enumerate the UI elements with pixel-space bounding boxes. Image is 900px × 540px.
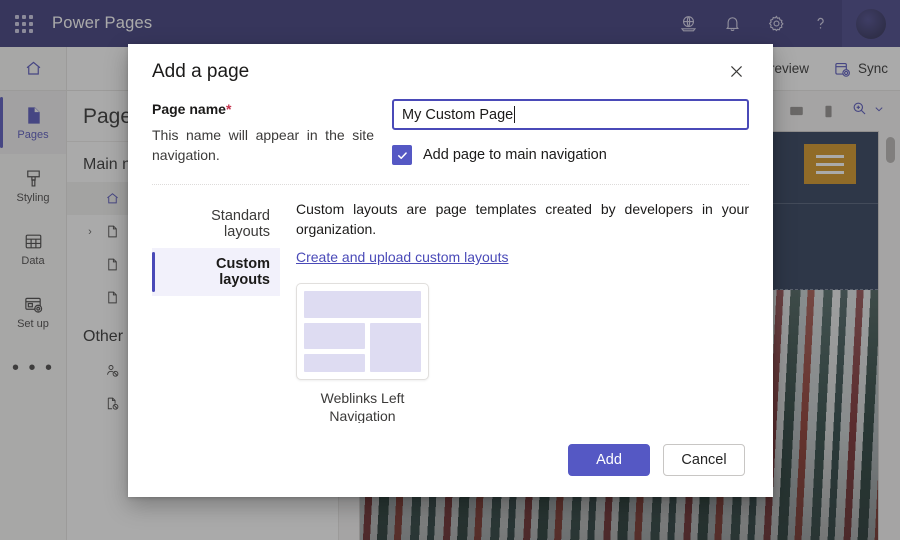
main-navigation-checkbox[interactable] (392, 145, 412, 165)
layouts-section: Standard layouts Custom layouts Custom l… (152, 199, 749, 423)
layout-tabs: Standard layouts Custom layouts (152, 199, 280, 423)
layout-panel: Custom layouts are page templates create… (296, 199, 749, 423)
page-name-hint: This name will appear in the site naviga… (152, 127, 374, 164)
page-name-input-value[interactable]: My Custom Page (402, 107, 513, 123)
close-icon[interactable] (721, 57, 751, 87)
page-name-label-text: Page name (152, 101, 226, 117)
search-input-wrapper[interactable]: My Custom Page (392, 99, 749, 130)
required-asterisk: * (225, 101, 232, 117)
custom-layouts-description: Custom layouts are page templates create… (296, 200, 749, 238)
create-upload-layouts-link[interactable]: Create and upload custom layouts (296, 249, 508, 265)
dialog-title: Add a page (152, 60, 250, 82)
thumb-left-column (304, 323, 365, 373)
main-navigation-checkbox-label: Add page to main navigation (423, 147, 607, 163)
thumb-left-block-1 (304, 323, 365, 350)
app-root: Power Pages Pages Styling Data Set up • … (0, 0, 900, 540)
dialog-header: Add a page (128, 44, 773, 99)
page-name-input-block: My Custom Page Add page to main navigati… (392, 99, 749, 166)
dialog-footer: Add Cancel (128, 423, 773, 497)
dialog-body: Page name* This name will appear in the … (128, 99, 773, 423)
layout-card-weblinks-left-navigation[interactable]: Weblinks Left Navigation (296, 283, 429, 423)
page-name-field-row: Page name* This name will appear in the … (152, 99, 749, 166)
layout-thumbnail[interactable] (296, 283, 429, 381)
page-name-label: Page name* (152, 101, 374, 117)
main-navigation-checkbox-row[interactable]: Add page to main navigation (392, 145, 749, 165)
add-page-dialog: Add a page Page name* This name will app… (128, 44, 773, 497)
tab-custom-layouts[interactable]: Custom layouts (152, 247, 280, 296)
text-caret (514, 106, 516, 123)
layout-card-label: Weblinks Left Navigation (320, 390, 405, 423)
thumb-right-block (369, 323, 421, 373)
thumb-left-block-2 (304, 354, 365, 373)
section-divider (152, 183, 749, 185)
page-name-label-block: Page name* This name will appear in the … (152, 99, 374, 166)
cancel-button[interactable]: Cancel (663, 444, 745, 476)
thumb-body (304, 323, 421, 373)
thumb-header-block (304, 291, 421, 319)
tab-standard-layouts[interactable]: Standard layouts (152, 200, 280, 248)
layout-card-grid: Weblinks Left Navigation (296, 283, 749, 423)
add-button[interactable]: Add (568, 444, 650, 476)
